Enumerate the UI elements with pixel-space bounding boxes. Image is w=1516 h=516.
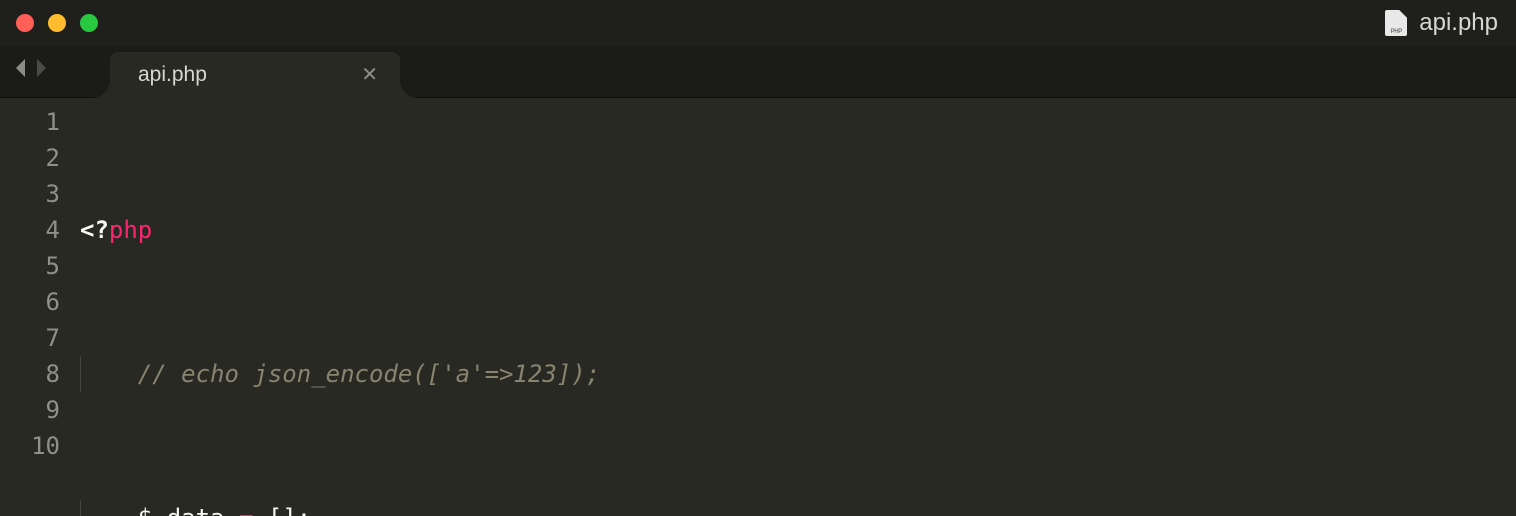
- line-number-gutter: 1 2 3 4 5 6 7 8 9 10: [0, 98, 80, 516]
- line-number: 9: [0, 392, 60, 428]
- line-number: 10: [0, 428, 60, 464]
- line-number: 4: [0, 212, 60, 248]
- file-icon: [1385, 10, 1407, 36]
- close-tab-icon[interactable]: ✕: [361, 65, 378, 85]
- nav-forward-icon[interactable]: [32, 56, 50, 80]
- history-nav: [12, 42, 50, 93]
- nav-back-icon[interactable]: [12, 56, 30, 80]
- tab-bar: api.php ✕: [0, 46, 1516, 98]
- line-number: 6: [0, 284, 60, 320]
- line-number: 7: [0, 320, 60, 356]
- line-number: 1: [0, 104, 60, 140]
- titlebar-filename-area: api.php: [1385, 9, 1498, 37]
- window-titlebar: api.php: [0, 0, 1516, 46]
- close-window-button[interactable]: [16, 14, 34, 32]
- titlebar-filename: api.php: [1419, 9, 1498, 37]
- line-number: 2: [0, 140, 60, 176]
- code-line[interactable]: $_data = [];: [80, 500, 1516, 516]
- window-controls: [16, 14, 98, 32]
- maximize-window-button[interactable]: [80, 14, 98, 32]
- minimize-window-button[interactable]: [48, 14, 66, 32]
- line-number: 3: [0, 176, 60, 212]
- code-editor[interactable]: 1 2 3 4 5 6 7 8 9 10 <?php // echo json_…: [0, 98, 1516, 516]
- code-area[interactable]: <?php // echo json_encode(['a'=>123]); $…: [80, 98, 1516, 516]
- code-line[interactable]: // echo json_encode(['a'=>123]);: [80, 356, 1516, 392]
- tab-label: api.php: [138, 63, 207, 87]
- line-number: 5: [0, 248, 60, 284]
- code-line[interactable]: <?php: [80, 212, 1516, 248]
- line-number: 8: [0, 356, 60, 392]
- tab-api-php[interactable]: api.php ✕: [110, 52, 400, 98]
